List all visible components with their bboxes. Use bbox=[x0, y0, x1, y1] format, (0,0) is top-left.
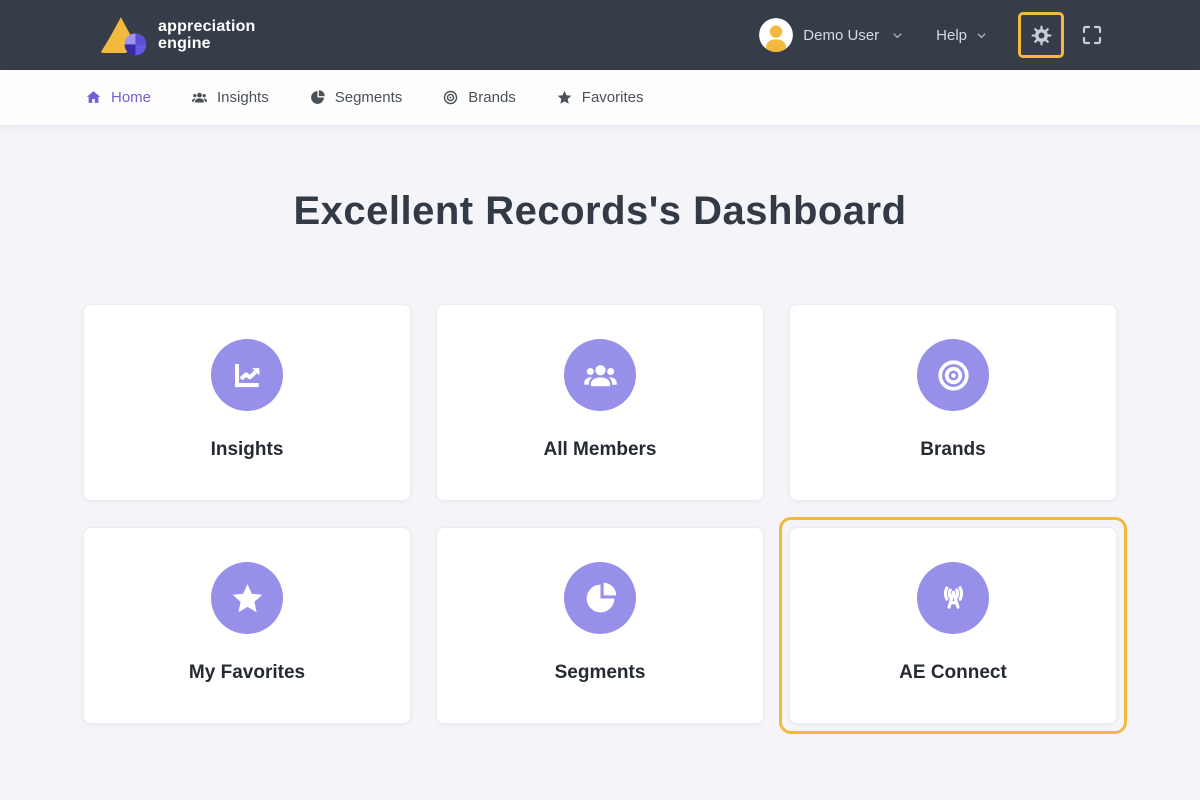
card-segments[interactable]: Segments bbox=[436, 527, 764, 724]
chevron-down-icon bbox=[893, 32, 902, 38]
chevron-down-icon bbox=[977, 32, 986, 38]
help-menu[interactable]: Help bbox=[936, 27, 988, 44]
nav-item-label: Insights bbox=[217, 89, 269, 106]
broadcast-icon bbox=[917, 562, 989, 634]
star-icon bbox=[557, 90, 572, 104]
topbar-actions: Demo User Help bbox=[759, 12, 1104, 58]
people-group-icon bbox=[192, 92, 207, 103]
card-label: All Members bbox=[543, 439, 657, 460]
settings-button[interactable] bbox=[1018, 12, 1064, 58]
card-brands[interactable]: Brands bbox=[789, 304, 1117, 501]
nav-item-insights[interactable]: Insights bbox=[191, 89, 269, 106]
user-menu[interactable]: Demo User bbox=[759, 18, 904, 52]
avatar bbox=[759, 18, 794, 52]
nav-item-favorites[interactable]: Favorites bbox=[556, 89, 644, 106]
pie-chart-icon bbox=[310, 90, 325, 104]
fullscreen-button[interactable] bbox=[1080, 23, 1104, 47]
card-label: Brands bbox=[920, 439, 986, 460]
brand-line2: engine bbox=[158, 35, 211, 52]
nav-item-brands[interactable]: Brands bbox=[442, 89, 516, 106]
card-my-favorites[interactable]: My Favorites bbox=[83, 527, 411, 724]
brand-name: appreciation engine bbox=[158, 18, 256, 53]
page-title: Excellent Records's Dashboard bbox=[293, 189, 907, 233]
help-label: Help bbox=[936, 26, 967, 44]
top-navbar: appreciation engine Demo User Help bbox=[0, 0, 1200, 70]
bullseye-icon bbox=[444, 90, 458, 105]
nav-item-segments[interactable]: Segments bbox=[309, 89, 403, 106]
nav-item-label: Brands bbox=[468, 89, 516, 106]
home-icon bbox=[86, 91, 101, 103]
card-label: Insights bbox=[210, 439, 284, 460]
card-grid: Insights All Members Brands My Favorites… bbox=[83, 304, 1127, 734]
brand-line1: appreciation bbox=[158, 17, 256, 35]
nav-item-label: Favorites bbox=[581, 89, 644, 106]
logo-mark-icon bbox=[101, 17, 147, 56]
card-insights[interactable]: Insights bbox=[83, 304, 411, 501]
nav-item-label: Home bbox=[111, 89, 152, 106]
card-ae-connect[interactable]: AE Connect bbox=[779, 517, 1127, 734]
nav-item-label: Segments bbox=[334, 89, 403, 106]
chart-line-icon bbox=[211, 339, 283, 411]
people-group-icon bbox=[564, 339, 636, 411]
dashboard-content: Excellent Records's Dashboard Insights A… bbox=[0, 125, 1200, 734]
card-all-members[interactable]: All Members bbox=[436, 304, 764, 501]
gear-icon bbox=[1031, 25, 1051, 45]
card-label: Segments bbox=[554, 662, 646, 683]
nav-item-home[interactable]: Home bbox=[85, 89, 151, 106]
fullscreen-icon bbox=[1082, 25, 1102, 45]
main-nav: Home Insights Segments Brands Favorites bbox=[0, 70, 1200, 125]
app-logo[interactable]: appreciation engine bbox=[100, 14, 256, 56]
star-icon bbox=[211, 562, 283, 634]
card-label: My Favorites bbox=[188, 662, 306, 683]
bullseye-icon bbox=[917, 339, 989, 411]
pie-chart-icon bbox=[564, 562, 636, 634]
card-label: AE Connect bbox=[899, 662, 1007, 683]
user-name: Demo User bbox=[803, 26, 880, 44]
